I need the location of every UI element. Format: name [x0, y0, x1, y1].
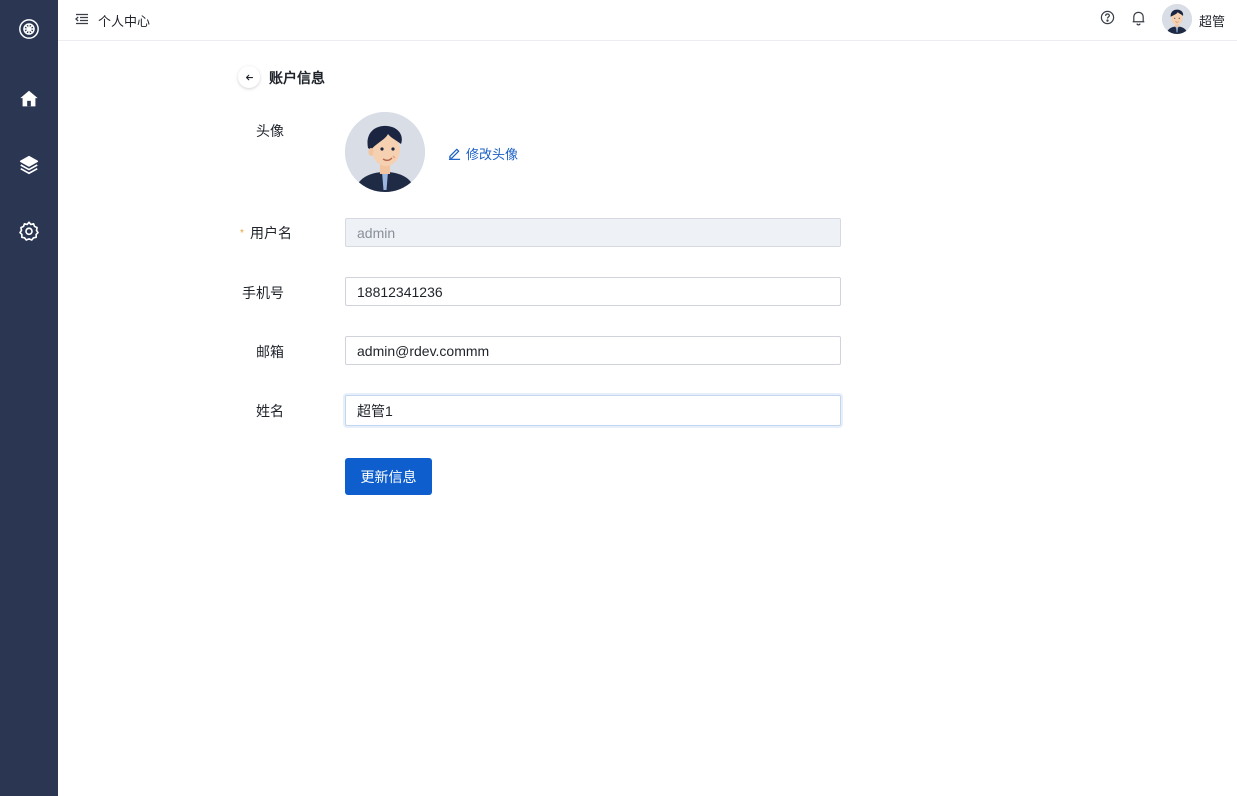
user-name[interactable]: 超管	[1199, 11, 1225, 30]
required-mark: *	[240, 228, 244, 239]
page-title: 个人中心	[98, 14, 151, 29]
name-input[interactable]	[345, 395, 841, 426]
edit-avatar-label: 修改头像	[466, 147, 519, 162]
email-label: 邮箱	[256, 344, 284, 360]
user-avatar[interactable]	[1162, 4, 1192, 34]
logo-icon[interactable]	[17, 17, 41, 41]
profile-avatar	[345, 112, 425, 192]
back-button[interactable]	[238, 66, 260, 88]
help-icon[interactable]	[1100, 10, 1115, 25]
update-info-button[interactable]: 更新信息	[345, 458, 432, 495]
email-input[interactable]	[345, 336, 841, 365]
name-label: 姓名	[256, 403, 284, 419]
layers-icon[interactable]	[17, 153, 41, 177]
phone-input[interactable]	[345, 277, 841, 306]
sidebar	[0, 0, 58, 796]
arrow-left-icon	[245, 74, 253, 80]
edit-icon	[448, 148, 461, 160]
settings-icon[interactable]	[17, 219, 41, 243]
username-input[interactable]	[345, 218, 841, 247]
avatar-label: 头像	[256, 123, 284, 139]
section-title: 账户信息	[269, 70, 325, 86]
home-icon[interactable]	[17, 87, 41, 111]
topbar: 个人中心	[58, 0, 1237, 41]
edit-avatar-link[interactable]: 修改头像	[448, 144, 518, 163]
phone-label: 手机号	[242, 285, 284, 301]
bell-icon[interactable]	[1131, 10, 1146, 26]
menu-fold-icon[interactable]	[75, 12, 89, 26]
username-label: 用户名	[250, 225, 292, 241]
